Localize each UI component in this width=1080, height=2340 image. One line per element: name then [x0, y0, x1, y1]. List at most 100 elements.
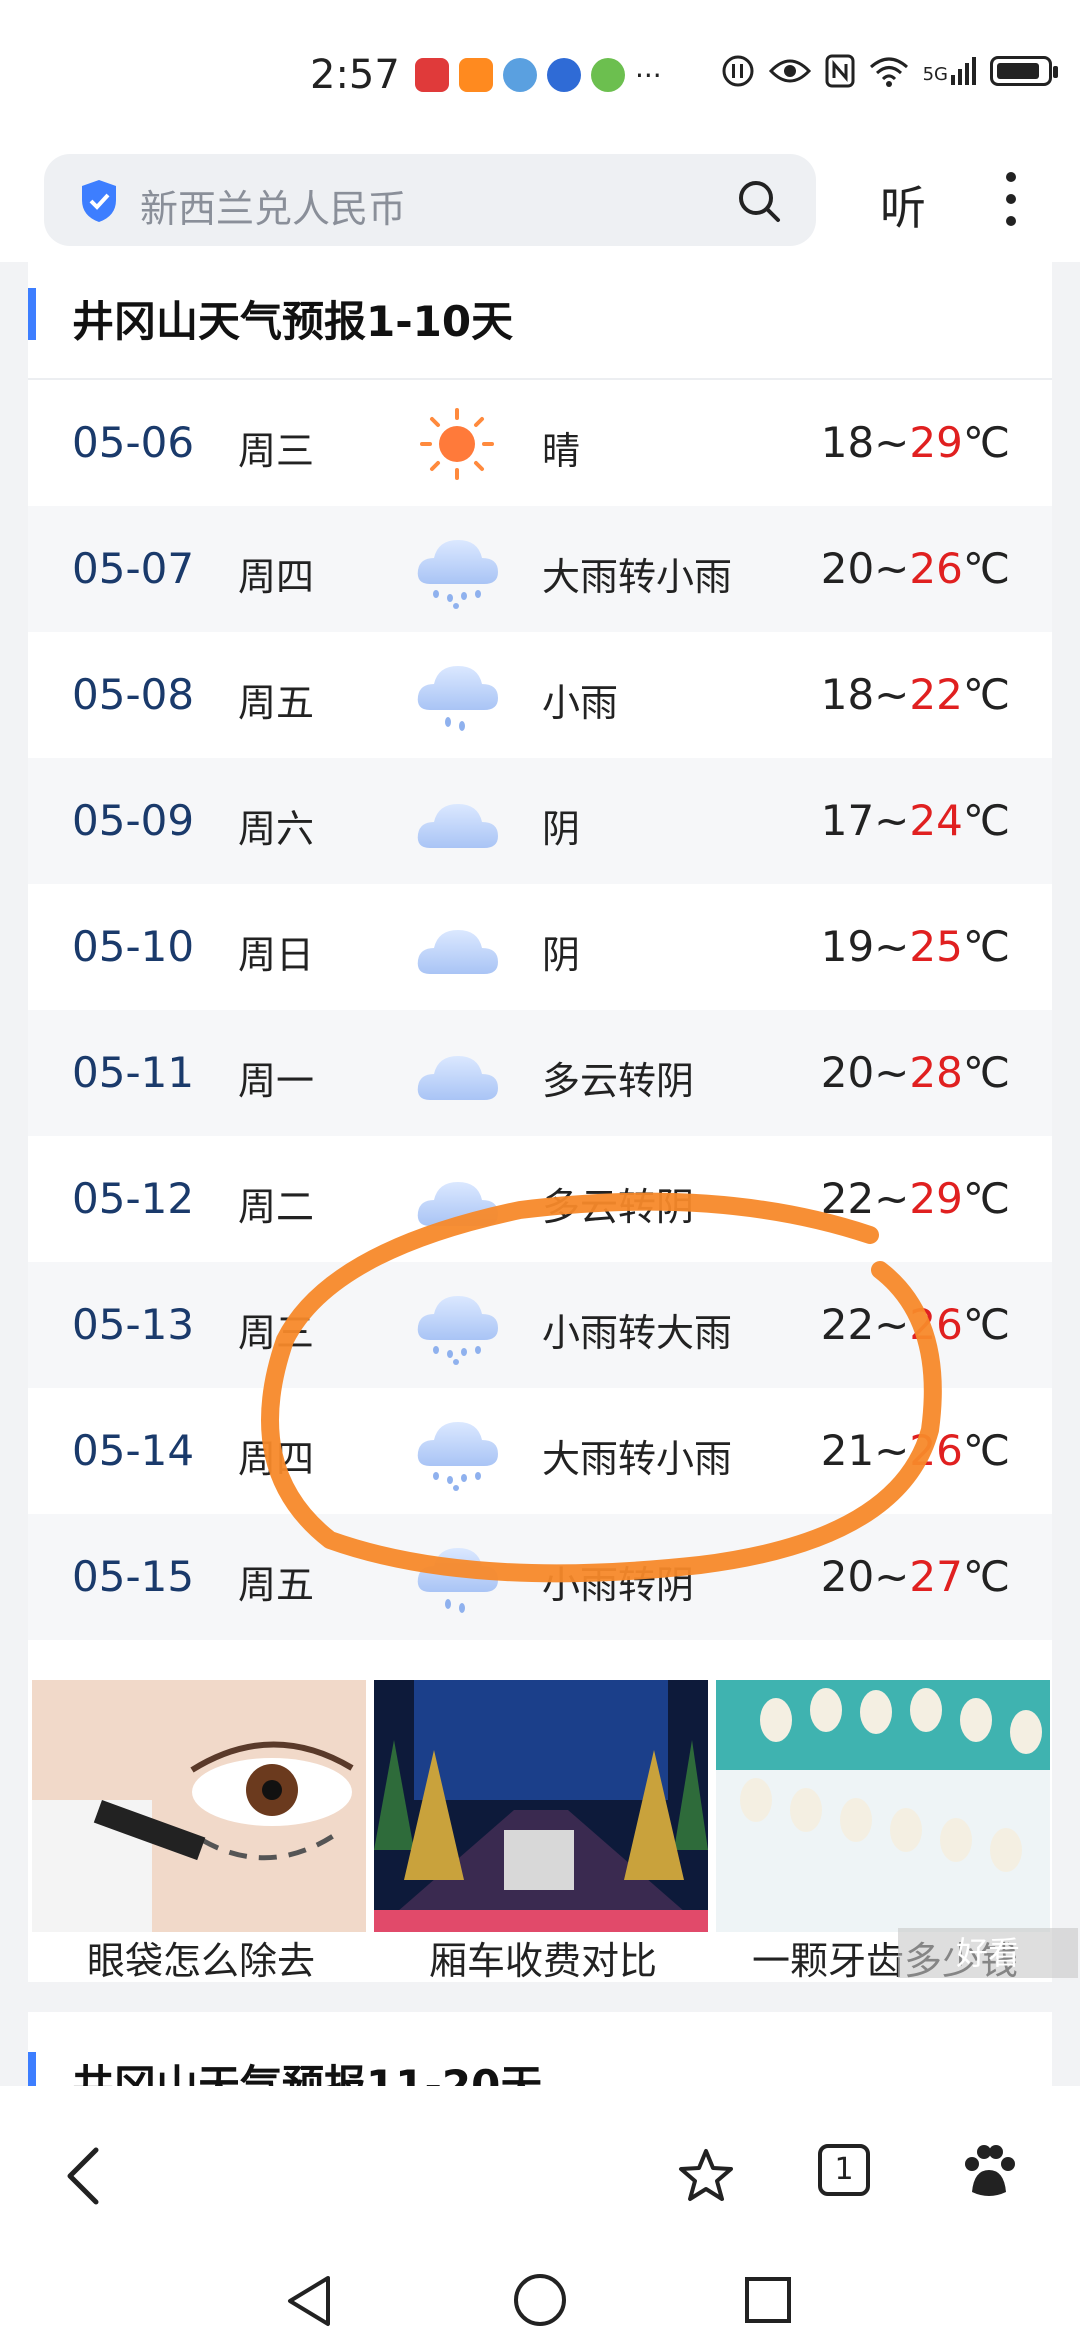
- ad-item[interactable]: 厢车收费对比: [370, 1680, 708, 1983]
- rain-icon: [412, 1412, 502, 1492]
- cloud-icon: [412, 1160, 502, 1240]
- temp-low: 22: [820, 1300, 875, 1349]
- forecast-date: 05-12: [72, 1174, 195, 1223]
- watermark: 好看: [898, 1928, 1078, 1978]
- temp-high: 24: [909, 796, 963, 845]
- forecast-date: 05-11: [72, 1048, 195, 1097]
- forecast-row[interactable]: 05-14 周四 大雨转小雨 21~26℃: [28, 1388, 1052, 1514]
- temp-high: 26: [909, 544, 963, 593]
- temp-high: 22: [909, 670, 963, 719]
- forecast-temperature: 19~25℃: [820, 922, 1010, 971]
- temp-unit: ℃: [962, 1048, 1010, 1097]
- forecast-weekday: 周一: [238, 1059, 315, 1103]
- forecast-condition: 阴: [542, 933, 581, 977]
- forecast-date: 05-10: [72, 922, 195, 971]
- forecast-row[interactable]: 05-11 周一 多云转阴 20~28℃: [28, 1010, 1052, 1136]
- forecast-date: 05-14: [72, 1426, 195, 1475]
- temp-low: 18: [820, 670, 875, 719]
- temp-unit: ℃: [962, 670, 1010, 719]
- ad-strip: 眼袋怎么除去 厢车收费对比 一颗牙齿多少钱 好看: [28, 1680, 1078, 1983]
- temp-low: 18: [820, 418, 875, 467]
- network-type-label: 5G: [922, 64, 948, 85]
- forecast-row[interactable]: 05-06 周三 晴 18~29℃: [28, 380, 1052, 506]
- temp-low: 19: [820, 922, 875, 971]
- temp-high: 25: [909, 922, 963, 971]
- title-accent-bar: [28, 288, 36, 340]
- app-notification-icon: [459, 58, 493, 92]
- temp-high: 29: [909, 1174, 963, 1223]
- forecast-weekday: 周五: [238, 1563, 315, 1607]
- forecast-condition: 大雨转小雨: [542, 1437, 733, 1481]
- battery-icon: [990, 56, 1058, 86]
- temp-unit: ℃: [962, 796, 1010, 845]
- forecast-weekday: 周三: [238, 1311, 315, 1355]
- cloud-icon: [412, 782, 502, 862]
- ad-caption: 眼袋怎么除去: [86, 1939, 315, 1983]
- search-input[interactable]: 新西兰兑人民币: [44, 154, 816, 246]
- forecast-weekday: 周六: [238, 807, 315, 851]
- temp-unit: ℃: [962, 1300, 1010, 1349]
- temp-high: 29: [909, 418, 963, 467]
- forecast-temperature: 18~29℃: [820, 418, 1010, 467]
- signal-5g-icon: 5G: [923, 57, 976, 85]
- temp-low: 17: [820, 796, 875, 845]
- rain-icon: [412, 530, 502, 610]
- forecast-row[interactable]: 05-12 周二 多云转阴 22~29℃: [28, 1136, 1052, 1262]
- temp-low: 22: [820, 1174, 875, 1223]
- status-bar: 2:57 ··· 5G: [0, 0, 1080, 150]
- forecast-temperature: 20~26℃: [820, 544, 1010, 593]
- cloud-icon: [412, 1034, 502, 1114]
- ad-caption: 厢车收费对比: [428, 1939, 657, 1983]
- browser-top-bar: 新西兰兑人民币 听: [0, 150, 1080, 262]
- forecast-title: 井冈山天气预报1-10天: [72, 297, 514, 346]
- light-rain-icon: [412, 1538, 502, 1618]
- search-icon[interactable]: [736, 178, 782, 224]
- baidu-paw-icon[interactable]: [958, 2142, 1020, 2204]
- temp-high: 26: [909, 1426, 963, 1475]
- system-icons: 5G: [721, 54, 1058, 88]
- forecast-temperature: 20~28℃: [820, 1048, 1010, 1097]
- forecast-temperature: 20~27℃: [820, 1552, 1010, 1601]
- wifi-icon: [869, 57, 908, 87]
- app-notification-icon: [503, 58, 537, 92]
- forecast-condition: 大雨转小雨: [542, 555, 733, 599]
- forecast-row[interactable]: 05-09 周六 阴 17~24℃: [28, 758, 1052, 884]
- forecast-weekday: 周三: [238, 429, 315, 473]
- temp-unit: ℃: [962, 544, 1010, 593]
- browser-bottom-nav: 1: [0, 2086, 1080, 2340]
- rain-icon: [412, 1286, 502, 1366]
- back-icon[interactable]: [64, 2146, 104, 2206]
- forecast-temperature: 21~26℃: [820, 1426, 1010, 1475]
- system-back-icon[interactable]: [284, 2274, 334, 2328]
- forecast-date: 05-07: [72, 544, 195, 593]
- shield-icon: [82, 180, 116, 222]
- notification-icons: ···: [415, 58, 662, 92]
- forecast-row[interactable]: 05-08 周五 小雨 18~22℃: [28, 632, 1052, 758]
- temp-low: 20: [820, 1048, 875, 1097]
- forecast-row[interactable]: 05-15 周五 小雨转阴 20~27℃: [28, 1514, 1052, 1640]
- forecast-weekday: 周日: [238, 933, 315, 977]
- app-notification-icon: [415, 58, 449, 92]
- system-recents-icon[interactable]: [744, 2276, 792, 2324]
- listen-button[interactable]: 听: [880, 172, 926, 238]
- star-icon[interactable]: [676, 2146, 736, 2206]
- forecast-date: 05-06: [72, 418, 195, 467]
- forecast-date: 05-08: [72, 670, 195, 719]
- forecast-condition: 小雨转阴: [542, 1563, 695, 1607]
- system-home-icon[interactable]: [512, 2272, 568, 2328]
- forecast-row[interactable]: 05-10 周日 阴 19~25℃: [28, 884, 1052, 1010]
- forecast-condition: 阴: [542, 807, 581, 851]
- ad-item[interactable]: 眼袋怎么除去: [28, 1680, 366, 1983]
- forecast-condition: 晴: [542, 429, 581, 473]
- forecast-temperature: 18~22℃: [820, 670, 1010, 719]
- more-notifications-icon: ···: [635, 58, 662, 92]
- temp-unit: ℃: [962, 922, 1010, 971]
- forecast-row[interactable]: 05-13 周三 小雨转大雨 22~26℃: [28, 1262, 1052, 1388]
- temp-high: 28: [909, 1048, 963, 1097]
- forecast-temperature: 22~29℃: [820, 1174, 1010, 1223]
- tabs-button[interactable]: 1: [818, 2144, 870, 2196]
- more-menu-icon[interactable]: [1006, 172, 1018, 238]
- forecast-row[interactable]: 05-07 周四 大雨转小雨 20~26℃: [28, 506, 1052, 632]
- forecast-date: 05-15: [72, 1552, 195, 1601]
- teeth-ad-image: [716, 1680, 1050, 1932]
